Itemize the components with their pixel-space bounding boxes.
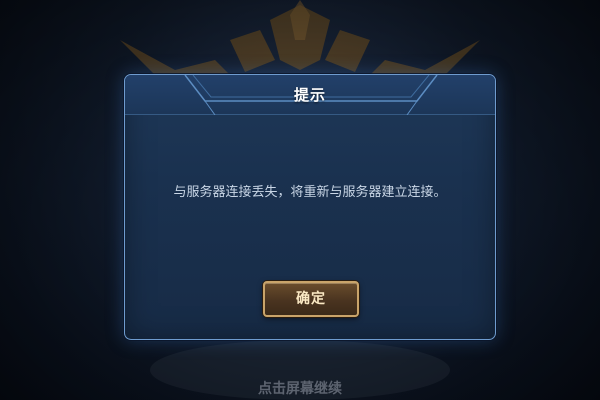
dialog-message: 与服务器连接丢失，将重新与服务器建立连接。 xyxy=(173,185,447,200)
confirm-button[interactable]: 确定 xyxy=(263,281,359,317)
tap-to-continue-hint[interactable]: 点击屏幕继续 xyxy=(0,378,600,398)
connection-lost-dialog: 提示 与服务器连接丢失，将重新与服务器建立连接。 确定 xyxy=(124,74,496,340)
dialog-header: 提示 xyxy=(125,75,495,115)
dialog-title: 提示 xyxy=(293,86,326,104)
